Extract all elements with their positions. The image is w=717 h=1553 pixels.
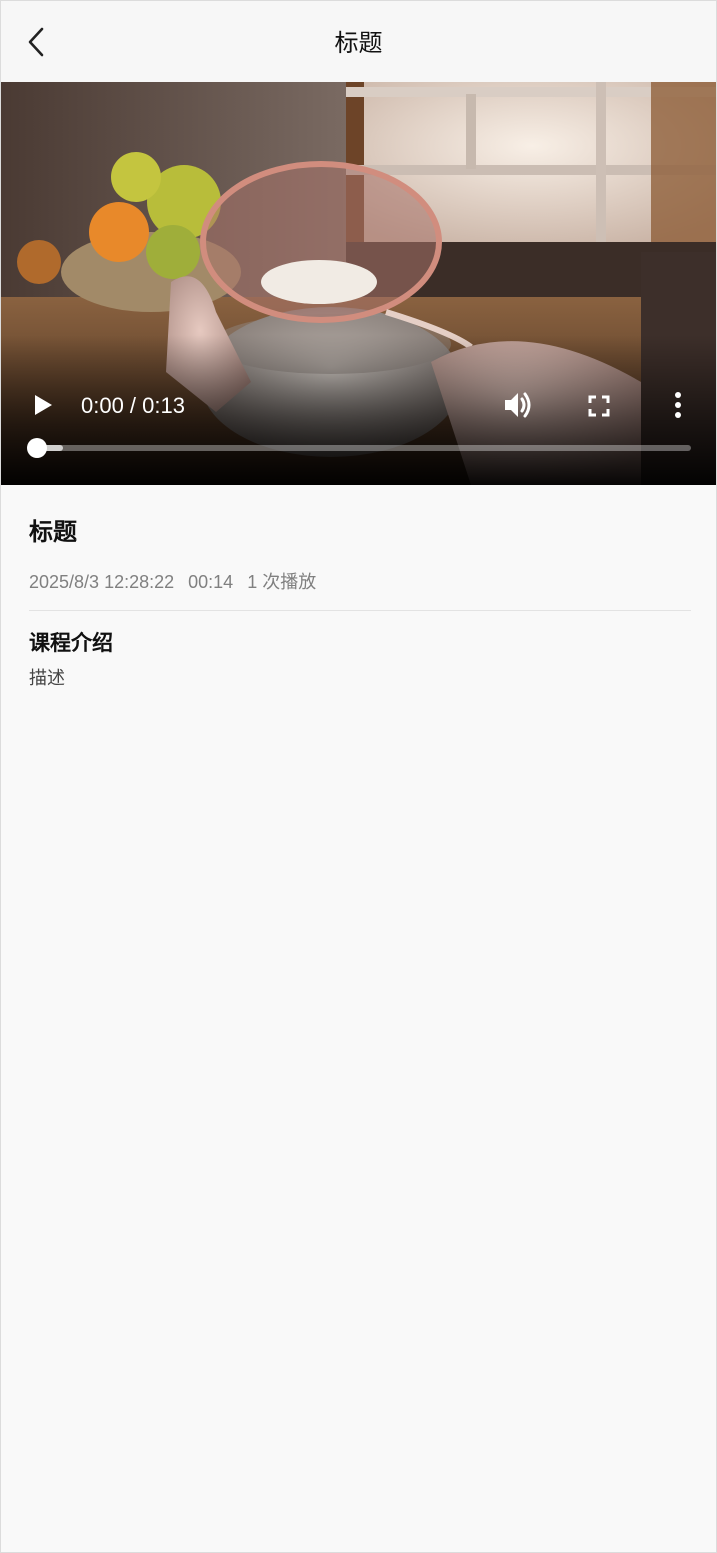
progress-thumb[interactable]	[27, 438, 47, 458]
video-duration: 00:14	[188, 572, 234, 592]
time-display: 0:00 / 0:13	[81, 393, 185, 418]
course-intro-heading: 课程介绍	[29, 631, 113, 655]
top-bar: 标题	[1, 1, 716, 82]
fullscreen-icon	[588, 395, 610, 417]
video-meta: 2025/8/3 12:28:22 00:14 1 次播放	[29, 569, 691, 595]
course-description: 描述	[29, 668, 65, 689]
more-options-button[interactable]	[665, 387, 691, 423]
divider	[29, 610, 691, 611]
progress-bar[interactable]	[27, 438, 691, 458]
play-button[interactable]	[27, 388, 59, 422]
play-count: 1 次播放	[247, 572, 317, 592]
page-title: 标题	[334, 29, 383, 57]
page: 标题 0:00 / 0:13 标题 2025/8/3 12:28:22 00:1…	[0, 0, 717, 1553]
video-info: 标题 2025/8/3 12:28:22 00:14 1 次播放 课程介绍 描述	[29, 485, 691, 692]
volume-button[interactable]	[501, 387, 535, 423]
play-icon	[35, 395, 52, 415]
more-vertical-icon	[675, 392, 681, 418]
fullscreen-button[interactable]	[583, 390, 615, 422]
video-title: 标题	[29, 518, 77, 546]
video-player[interactable]: 0:00 / 0:13	[1, 82, 716, 485]
publish-date: 2025/8/3 12:28:22	[29, 572, 175, 592]
volume-icon	[505, 392, 531, 418]
